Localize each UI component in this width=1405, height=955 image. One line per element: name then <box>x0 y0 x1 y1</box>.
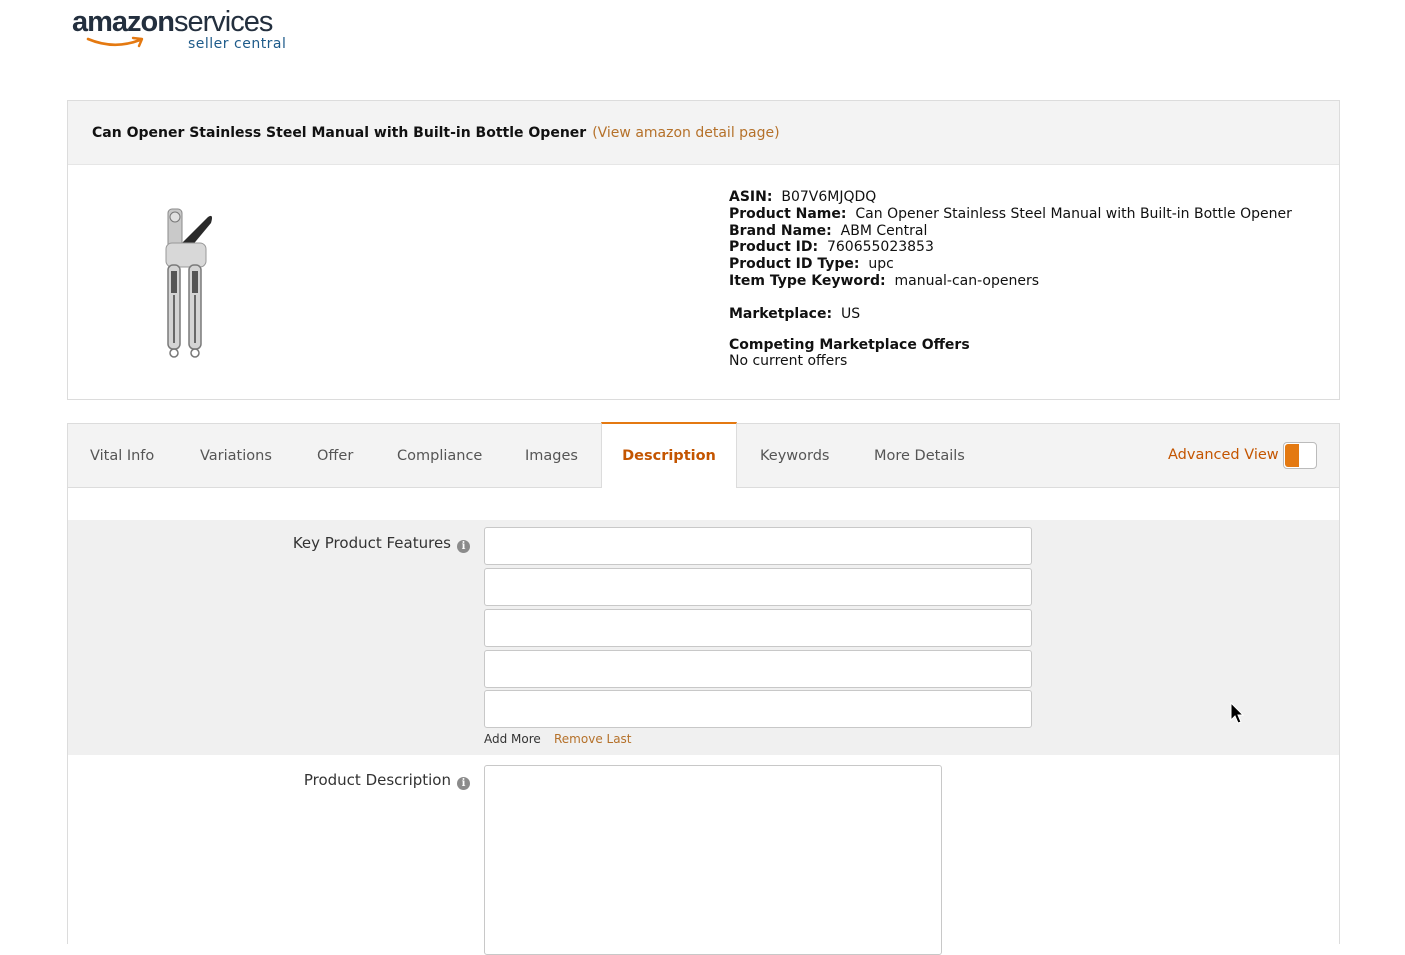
marketplace-row: Marketplace: US <box>729 305 861 322</box>
tab-images[interactable]: Images <box>525 424 578 487</box>
tab-compliance[interactable]: Compliance <box>397 424 482 487</box>
product-details: ASIN: B07V6MJQDQ Product Name: Can Opene… <box>729 189 1292 370</box>
smile-arrow-icon <box>86 36 144 48</box>
key-features-section: Key Product Features i Add More Remove La… <box>68 520 1339 755</box>
tab-offer[interactable]: Offer <box>317 424 353 487</box>
detail-row: Product ID Type: upc <box>729 256 894 273</box>
tab-variations[interactable]: Variations <box>200 424 272 487</box>
mouse-pointer-icon <box>1230 702 1245 724</box>
tab-vital-info[interactable]: Vital Info <box>90 424 154 487</box>
detail-row: Item Type Keyword: manual-can-openers <box>729 272 1040 289</box>
logo-text: amazonservices <box>72 6 273 38</box>
product-image <box>165 208 212 358</box>
toggle-knob <box>1285 444 1299 467</box>
detail-row: Product ID: 760655023853 <box>729 239 934 256</box>
info-icon[interactable]: i <box>457 540 470 553</box>
tab-keywords[interactable]: Keywords <box>760 424 829 487</box>
detail-row: ASIN: B07V6MJQDQ <box>729 189 877 205</box>
key-feature-input-5[interactable] <box>484 690 1032 728</box>
key-feature-input-2[interactable] <box>484 568 1032 606</box>
logo-subtitle: seller central <box>188 36 287 52</box>
product-title: Can Opener Stainless Steel Manual with B… <box>92 124 587 141</box>
tab-more-details[interactable]: More Details <box>874 424 965 487</box>
key-features-label: Key Product Features i <box>293 534 470 553</box>
add-more-link[interactable]: Add More <box>484 732 541 746</box>
listing-editor-panel: Vital Info Variations Offer Compliance I… <box>67 422 1340 955</box>
competing-offers-title: Competing Marketplace Offers <box>729 336 970 353</box>
product-description-textarea[interactable] <box>484 765 942 955</box>
tab-bar: Vital Info Variations Offer Compliance I… <box>68 422 1339 488</box>
advanced-view-label: Advanced View <box>1168 447 1279 463</box>
remove-last-link[interactable]: Remove Last <box>554 732 632 746</box>
info-icon[interactable]: i <box>457 777 470 790</box>
key-feature-input-4[interactable] <box>484 650 1032 688</box>
detail-row: Product Name: Can Opener Stainless Steel… <box>729 205 1292 222</box>
detail-row: Brand Name: ABM Central <box>729 222 928 239</box>
advanced-view-toggle[interactable] <box>1283 442 1317 469</box>
product-summary-panel: Can Opener Stainless Steel Manual with B… <box>67 100 1340 400</box>
product-description-label: Product Description i <box>304 771 470 790</box>
key-feature-input-3[interactable] <box>484 609 1032 647</box>
competing-offers-value: No current offers <box>729 353 848 370</box>
amazon-services-logo[interactable]: amazonservices seller central <box>72 6 302 58</box>
product-header: Can Opener Stainless Steel Manual with B… <box>68 101 1339 165</box>
key-feature-input-1[interactable] <box>484 527 1032 565</box>
tab-description[interactable]: Description <box>601 422 737 488</box>
view-detail-page-link[interactable]: (View amazon detail page) <box>592 125 779 141</box>
